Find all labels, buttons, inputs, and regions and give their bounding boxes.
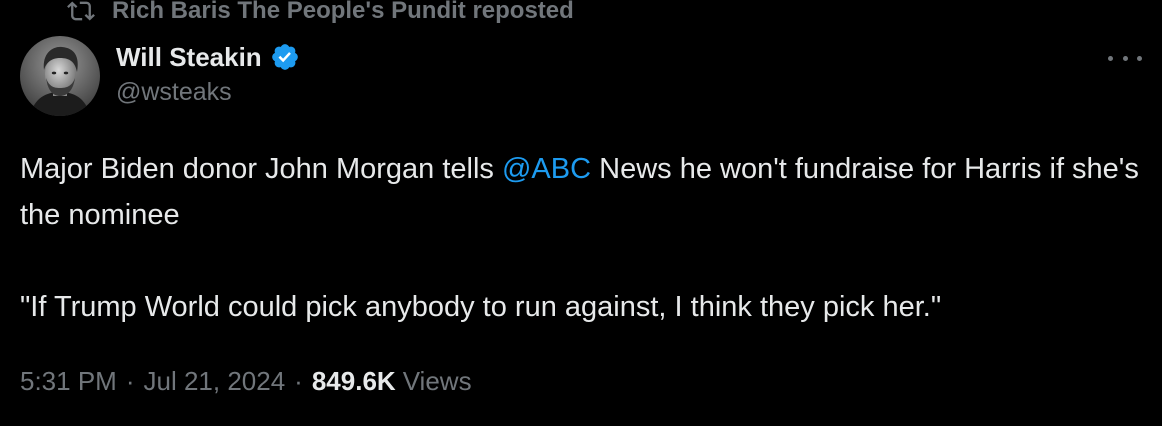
mention-link[interactable]: @ABC [502, 153, 591, 185]
social-context-text[interactable]: Rich Baris The People's Pundit reposted [112, 0, 574, 25]
tweet-date[interactable]: Jul 21, 2024 [144, 366, 286, 397]
views-label: Views [402, 366, 472, 396]
avatar[interactable] [20, 36, 100, 116]
tweet-quote: "If Trump World could pick anybody to ru… [20, 291, 942, 323]
repost-icon [66, 0, 96, 25]
more-options-button[interactable] [1108, 46, 1142, 70]
more-icon-dot [1122, 55, 1128, 61]
tweet-text: Major Biden donor John Morgan tells @ABC… [20, 146, 1145, 330]
meta-separator: · [294, 366, 303, 396]
views-count[interactable]: 849.6K [312, 366, 396, 397]
tweet-time[interactable]: 5:31 PM [20, 366, 117, 397]
author-names: Will Steakin @wsteaks [116, 40, 300, 107]
social-context[interactable]: Rich Baris The People's Pundit reposted [66, 0, 574, 28]
author-handle[interactable]: @wsteaks [116, 78, 300, 107]
meta-separator: · [125, 366, 135, 396]
tweet-text-part: Major Biden donor John Morgan tells [20, 153, 502, 185]
tweet-meta: 5:31 PM · Jul 21, 2024 · 849.6K Views [20, 366, 472, 397]
more-horizontal-icon [1108, 55, 1113, 61]
verified-badge-icon[interactable] [270, 42, 300, 72]
more-icon-dot [1137, 55, 1142, 61]
display-name[interactable]: Will Steakin [116, 42, 262, 73]
tweet-header: Will Steakin @wsteaks [20, 36, 1142, 120]
